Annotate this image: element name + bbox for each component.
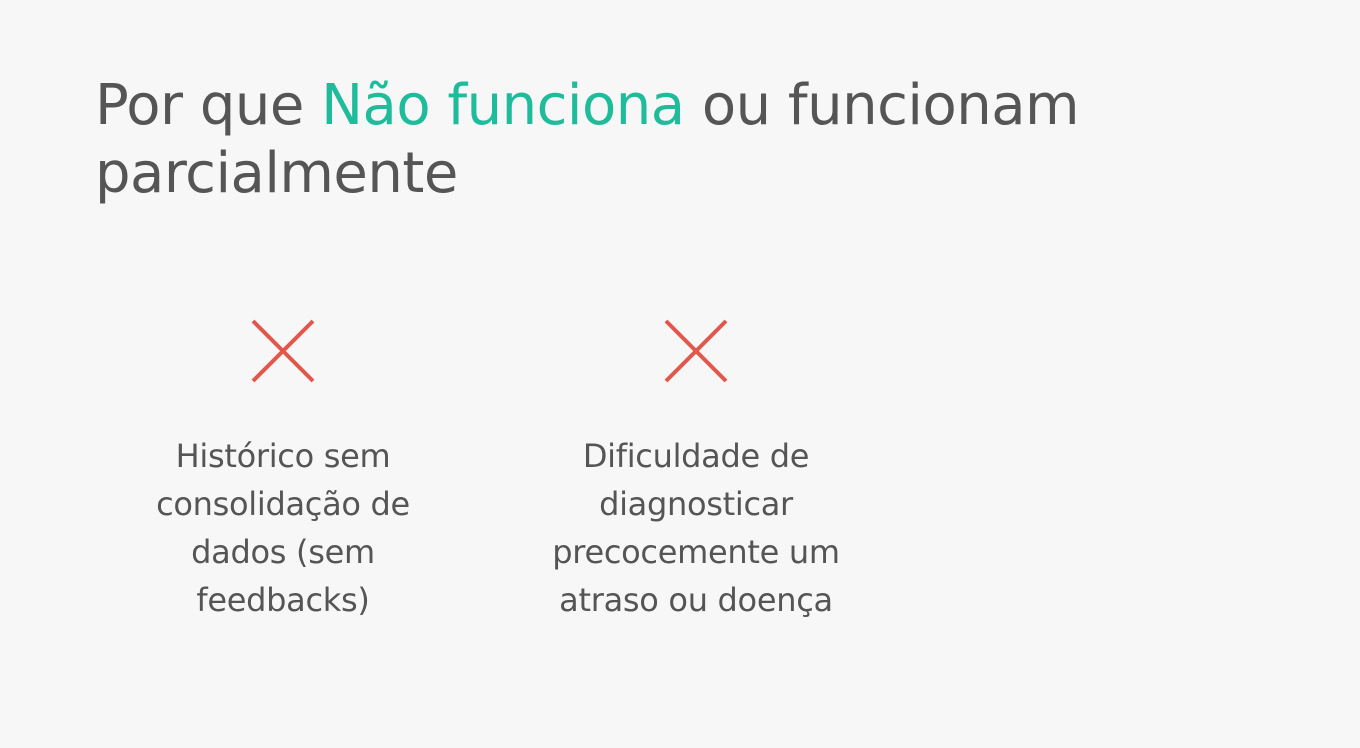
title-line2: parcialmente	[95, 141, 458, 206]
x-icon	[251, 319, 315, 383]
card-historico: Histórico sem consolidação de dados (sem…	[113, 318, 453, 624]
slide-title: Por que Não funciona ou funcionam parcial…	[95, 72, 1195, 208]
title-accent: Não funciona	[321, 73, 685, 138]
card-text-line: consolidação de	[156, 485, 410, 523]
card-text-line: Dificuldade de	[582, 437, 810, 475]
title-prefix: Por que	[95, 73, 322, 138]
card-text-line: diagnosticar	[599, 485, 793, 523]
card-text-line: Histórico sem	[175, 437, 391, 475]
card-text: Histórico sem consolidação de dados (sem…	[113, 432, 453, 624]
card-text-line: precocemente um	[552, 533, 840, 571]
slide: Por que Não funciona ou funcionam parcial…	[0, 0, 1360, 748]
card-text-line: dados (sem	[191, 533, 375, 571]
card-text-line: feedbacks)	[196, 581, 370, 619]
card-text-line: atraso ou doença	[559, 581, 833, 619]
card-dificuldade: Dificuldade de diagnosticar precocemente…	[526, 318, 866, 624]
title-suffix: ou funcionam	[684, 73, 1080, 138]
card-text: Dificuldade de diagnosticar precocemente…	[526, 432, 866, 624]
x-icon	[664, 319, 728, 383]
